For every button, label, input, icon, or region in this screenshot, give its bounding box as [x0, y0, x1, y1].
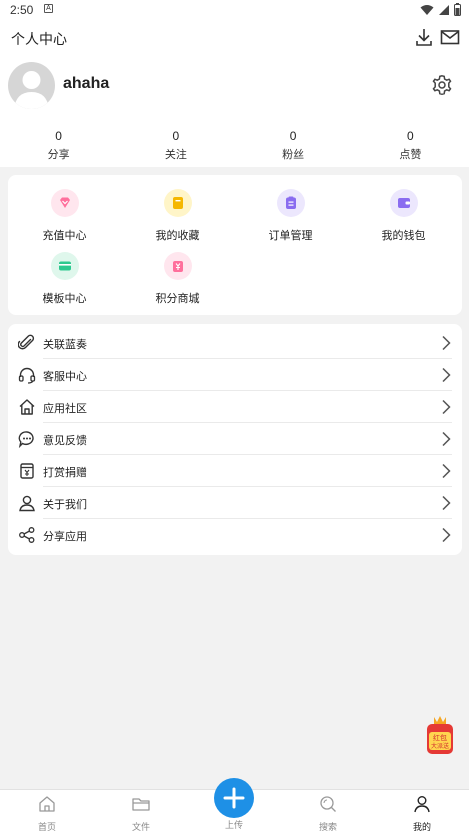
person-icon: [19, 495, 35, 512]
stat-value: 0: [407, 129, 414, 143]
menu-item-app-community[interactable]: 应用社区: [8, 391, 462, 423]
chevron-right-icon: [442, 527, 451, 543]
menu-item-link-lanzou[interactable]: 关联蓝奏: [8, 327, 462, 359]
stat-value: 0: [289, 129, 297, 143]
stat-followers[interactable]: 0 粉丝: [235, 128, 352, 162]
share-icon: [19, 527, 35, 543]
menu-item-label: 客服中心: [43, 371, 87, 383]
home-icon: [39, 796, 55, 812]
chevron-right-icon: [442, 335, 451, 351]
wallet-icon: [389, 189, 418, 217]
page-title: 个人中心: [11, 31, 67, 47]
diamond-icon: [50, 189, 79, 217]
feature-orders[interactable]: 订单管理: [234, 189, 347, 243]
nav-label: 首页: [37, 822, 56, 832]
status-time: 2:50: [10, 3, 34, 17]
nav-home[interactable]: 首页: [17, 794, 77, 833]
feature-points-mall[interactable]: 积分商城: [121, 252, 234, 306]
red-packet-line1: 红包: [433, 733, 447, 742]
search-icon: [320, 796, 336, 812]
red-packet-badge[interactable]: 红包 大派送: [424, 714, 456, 756]
profile-section: ahaha 0 分享 0 关注 0 粉丝 0 点赞: [0, 54, 469, 167]
avatar[interactable]: [8, 62, 55, 109]
feature-label: 积分商城: [155, 293, 200, 305]
notification-icon: A: [44, 4, 53, 13]
gear-icon[interactable]: [431, 74, 453, 96]
status-bar: 2:50 A: [0, 0, 469, 20]
nav-search[interactable]: 搜索: [298, 794, 358, 833]
signal-icon: [439, 4, 449, 15]
download-icon[interactable]: [413, 26, 435, 48]
stat-value: 0: [172, 129, 180, 143]
features-card: 充值中心 我的收藏 订单管理 我的钱包 模板中心 积分商城: [8, 175, 462, 315]
chevron-right-icon: [442, 431, 451, 447]
feature-label: 我的收藏: [155, 230, 200, 242]
feature-recharge[interactable]: 充值中心: [8, 189, 121, 243]
red-packet-line2: 大派送: [431, 742, 449, 750]
wifi-icon: [420, 4, 434, 15]
menu-item-feedback[interactable]: 意见反馈: [8, 423, 462, 455]
menu-item-customer-service[interactable]: 客服中心: [8, 359, 462, 391]
menu-item-label: 打赏捐赠: [43, 467, 87, 479]
menu-item-about-us[interactable]: 关于我们: [8, 487, 462, 519]
plus-icon: [223, 787, 245, 809]
chevron-right-icon: [442, 367, 451, 383]
menu-item-share-app[interactable]: 分享应用: [8, 519, 462, 551]
top-bar: 个人中心: [0, 20, 469, 54]
feature-favorites[interactable]: 我的收藏: [121, 189, 234, 243]
nav-label: 我的: [412, 822, 431, 832]
system-icons: [420, 3, 461, 16]
stat-label: 粉丝: [282, 149, 305, 161]
mail-icon[interactable]: [439, 26, 461, 48]
nav-label: 文件: [131, 822, 150, 832]
upload-button[interactable]: [214, 778, 254, 818]
chevron-right-icon: [442, 399, 451, 415]
nav-mine[interactable]: 我的: [392, 794, 452, 833]
nav-label: 搜索: [318, 822, 337, 832]
feature-templates[interactable]: 模板中心: [8, 252, 121, 306]
stat-label: 点赞: [399, 149, 422, 161]
menu-item-label: 关联蓝奏: [43, 339, 87, 351]
menu-card: 关联蓝奏 客服中心 应用社区 意见反馈 打赏捐赠 关于我们 分享应用: [8, 324, 462, 555]
username[interactable]: ahaha: [63, 75, 109, 93]
order-icon: [276, 189, 305, 217]
upload-label: 上传: [224, 820, 243, 830]
card-icon: [50, 252, 79, 280]
feature-label: 充值中心: [42, 230, 87, 242]
stats-row: 0 分享 0 关注 0 粉丝 0 点赞: [0, 128, 469, 162]
donate-box-icon: [20, 463, 34, 479]
stat-likes[interactable]: 0 点赞: [352, 128, 469, 162]
feature-label: 模板中心: [42, 293, 87, 305]
paperclip-icon: [18, 334, 35, 350]
stat-value: 0: [55, 129, 62, 143]
shop-icon: [163, 252, 192, 280]
menu-item-label: 应用社区: [43, 403, 87, 415]
stat-label: 分享: [47, 149, 70, 161]
menu-item-label: 关于我们: [43, 499, 87, 511]
feature-label: 订单管理: [268, 230, 313, 242]
red-packet-icon: 红包 大派送: [427, 716, 453, 754]
menu-item-label: 意见反馈: [43, 435, 87, 447]
folder-icon: [132, 798, 150, 811]
headset-icon: [18, 367, 36, 384]
home-icon: [19, 399, 35, 415]
stat-label: 关注: [164, 149, 187, 161]
chat-bubble-icon: [18, 431, 34, 448]
battery-icon: [454, 3, 461, 16]
stat-shares[interactable]: 0 分享: [0, 128, 117, 162]
chevron-right-icon: [442, 495, 451, 511]
feature-wallet[interactable]: 我的钱包: [347, 189, 460, 243]
nav-files[interactable]: 文件: [111, 794, 171, 833]
default-avatar-icon: [14, 71, 49, 109]
person-icon: [414, 796, 430, 813]
feature-label: 我的钱包: [381, 230, 426, 242]
menu-item-label: 分享应用: [43, 531, 87, 543]
stat-following[interactable]: 0 关注: [117, 128, 234, 162]
chevron-right-icon: [442, 463, 451, 479]
menu-item-donate[interactable]: 打赏捐赠: [8, 455, 462, 487]
bookmark-icon: [163, 189, 192, 217]
